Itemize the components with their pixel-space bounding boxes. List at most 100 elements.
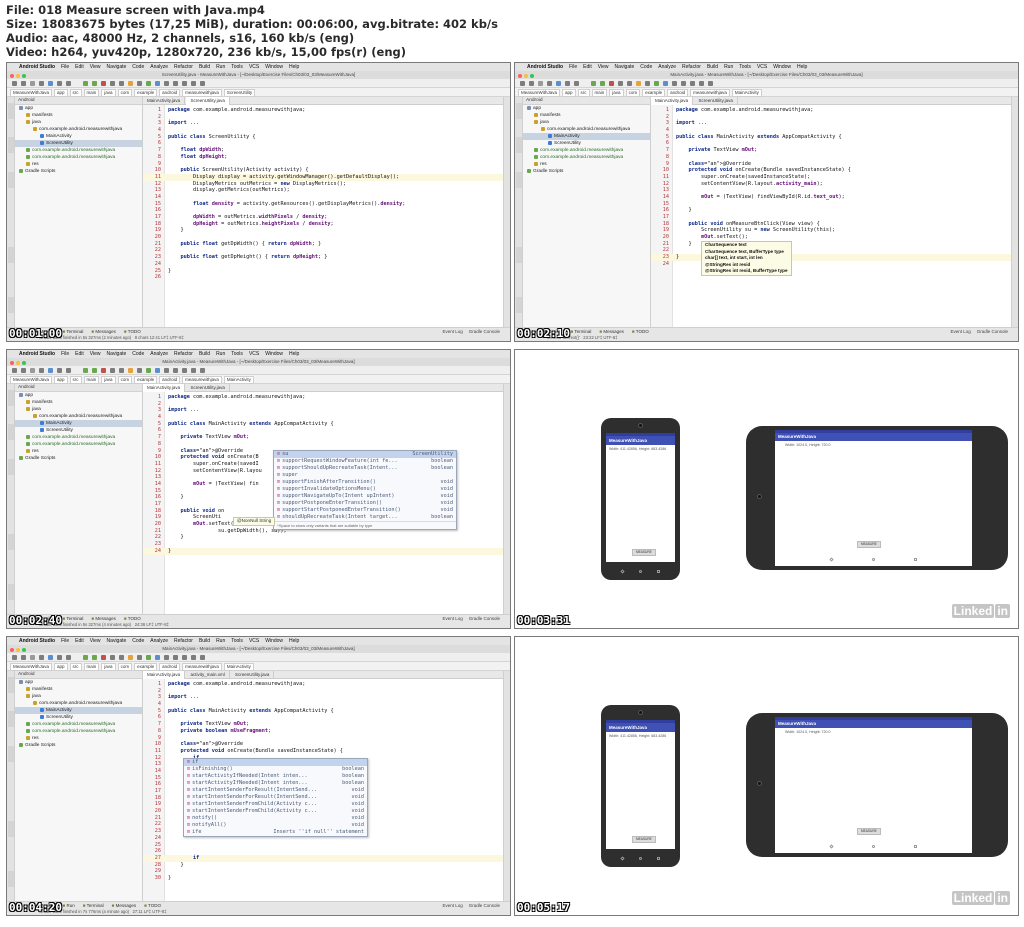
tree-item[interactable]: ScreenUtility bbox=[15, 714, 142, 721]
breadcrumb-item[interactable]: app bbox=[54, 89, 68, 97]
menu-item-run[interactable]: Run bbox=[216, 638, 225, 644]
completion-item[interactable]: m supportInvalidateOptionsMenu() void bbox=[274, 486, 456, 493]
toolbar-icon[interactable] bbox=[146, 655, 151, 660]
toolbar-icon[interactable] bbox=[591, 81, 596, 86]
toolbar-icon[interactable] bbox=[191, 368, 196, 373]
breadcrumb-item[interactable]: example bbox=[134, 376, 158, 384]
toolbar-icon[interactable] bbox=[30, 655, 35, 660]
project-view-selector[interactable]: Android bbox=[15, 671, 142, 679]
tree-item[interactable]: manifests bbox=[523, 112, 650, 119]
menu-item-window[interactable]: Window bbox=[265, 351, 283, 357]
tool-window-button[interactable]: Run bbox=[63, 903, 75, 908]
tab-screen-utility[interactable]: ScreenUtility.java bbox=[186, 384, 230, 392]
tree-item[interactable]: ScreenUtility bbox=[15, 427, 142, 434]
toolbar-icon[interactable] bbox=[538, 81, 543, 86]
toolbar-icon[interactable] bbox=[173, 81, 178, 86]
breadcrumb-item[interactable]: src bbox=[69, 89, 82, 97]
tree-item[interactable]: res bbox=[15, 735, 142, 742]
tab-screen-utility[interactable]: ScreenUtility.java bbox=[231, 671, 275, 679]
tree-item[interactable]: com.example.android.measurewithjava bbox=[15, 728, 142, 735]
tab-main-activity[interactable]: MainActivity.java bbox=[143, 97, 186, 105]
menu-item-help[interactable]: Help bbox=[289, 64, 299, 70]
menu-item-run[interactable]: Run bbox=[724, 64, 733, 70]
toolbar-icon[interactable] bbox=[200, 655, 205, 660]
toolbar-icon[interactable] bbox=[21, 81, 26, 86]
completion-item[interactable]: m notifyAll() void bbox=[184, 822, 367, 829]
tree-item[interactable]: com.example.android.measurewithjava bbox=[15, 126, 142, 133]
toolbar-icon[interactable] bbox=[699, 81, 704, 86]
toolbar-icon[interactable] bbox=[663, 81, 668, 86]
menu-item-help[interactable]: Help bbox=[289, 351, 299, 357]
menu-item-file[interactable]: File bbox=[569, 64, 577, 70]
toolbar-icon[interactable] bbox=[182, 81, 187, 86]
tree-item[interactable]: MainActivity bbox=[15, 707, 142, 714]
menu-item-analyze[interactable]: Analyze bbox=[150, 638, 168, 644]
menu-item-window[interactable]: Window bbox=[265, 64, 283, 70]
toolbar-icon[interactable] bbox=[12, 655, 17, 660]
toolbar-icon[interactable] bbox=[155, 368, 160, 373]
tree-item[interactable]: com.example.android.measurewithjava bbox=[15, 721, 142, 728]
menu-item-analyze[interactable]: Analyze bbox=[658, 64, 676, 70]
menu-item-navigate[interactable]: Navigate bbox=[615, 64, 635, 70]
toolbar-icon[interactable] bbox=[520, 81, 525, 86]
tree-item[interactable]: com.example.android.measurewithjava bbox=[523, 154, 650, 161]
toolbar-icon[interactable] bbox=[191, 81, 196, 86]
toolbar-icon[interactable] bbox=[119, 368, 124, 373]
toolbar-icon[interactable] bbox=[92, 655, 97, 660]
measure-button[interactable]: MEASURE bbox=[632, 549, 656, 556]
breadcrumb-item[interactable]: java bbox=[101, 89, 116, 97]
tree-item[interactable]: com.example.android.measurewithjava bbox=[523, 147, 650, 154]
menu-item-build[interactable]: Build bbox=[199, 638, 210, 644]
toolbar-icon[interactable] bbox=[83, 368, 88, 373]
menu-item-refactor[interactable]: Refactor bbox=[174, 351, 193, 357]
toolbar-icon[interactable] bbox=[137, 655, 142, 660]
menu-item-code[interactable]: Code bbox=[640, 64, 652, 70]
measure-button[interactable]: MEASURE bbox=[857, 541, 881, 548]
tree-item[interactable]: MainActivity bbox=[15, 133, 142, 140]
menu-item-edit[interactable]: Edit bbox=[583, 64, 592, 70]
completion-item[interactable]: m ife Inserts ''if null'' statement bbox=[184, 829, 367, 836]
menu-item-refactor[interactable]: Refactor bbox=[682, 64, 701, 70]
toolbar-icon[interactable] bbox=[66, 81, 71, 86]
tree-item[interactable]: com.example.android.measurewithjava bbox=[15, 700, 142, 707]
breadcrumb-item[interactable]: MeasureWithJava bbox=[10, 89, 53, 97]
breadcrumb-item[interactable]: android bbox=[667, 89, 689, 97]
toolbar-icon[interactable] bbox=[110, 81, 115, 86]
menu-item-tools[interactable]: Tools bbox=[739, 64, 751, 70]
toolbar-icon[interactable] bbox=[21, 368, 26, 373]
toolbar-icon[interactable] bbox=[146, 368, 151, 373]
breadcrumb-item[interactable]: example bbox=[642, 89, 666, 97]
toolbar-icon[interactable] bbox=[547, 81, 552, 86]
completion-item[interactable]: m shouldUpRecreateTask(Intent target... bo… bbox=[274, 514, 456, 521]
menu-item-tools[interactable]: Tools bbox=[231, 638, 243, 644]
toolbar-icon[interactable] bbox=[627, 81, 632, 86]
menu-item-refactor[interactable]: Refactor bbox=[174, 638, 193, 644]
toolbar-icon[interactable] bbox=[66, 368, 71, 373]
toolbar-icon[interactable] bbox=[83, 655, 88, 660]
toolbar-icon[interactable] bbox=[128, 655, 133, 660]
breadcrumb-item[interactable]: android bbox=[159, 89, 181, 97]
toolbar-icon[interactable] bbox=[137, 368, 142, 373]
menu-item-code[interactable]: Code bbox=[132, 638, 144, 644]
breadcrumb-item[interactable]: measurewithjava bbox=[182, 663, 222, 671]
tree-item[interactable]: app bbox=[523, 105, 650, 112]
tool-window-button[interactable]: Messages bbox=[112, 903, 136, 908]
toolbar-icon[interactable] bbox=[57, 81, 62, 86]
completion-item[interactable]: m supportPostponeEnterTransition() void bbox=[274, 500, 456, 507]
toolbar-icon[interactable] bbox=[92, 368, 97, 373]
toolbar-icon[interactable] bbox=[39, 81, 44, 86]
menu-item-view[interactable]: View bbox=[598, 64, 609, 70]
breadcrumb-item[interactable]: example bbox=[134, 89, 158, 97]
toolbar-icon[interactable] bbox=[556, 81, 561, 86]
menu-item-view[interactable]: View bbox=[90, 638, 101, 644]
toolbar-icon[interactable] bbox=[200, 368, 205, 373]
tool-window-button[interactable]: TODO bbox=[144, 903, 161, 908]
menu-item-vcs[interactable]: VCS bbox=[249, 638, 259, 644]
toolbar-icon[interactable] bbox=[66, 655, 71, 660]
tree-item[interactable]: Gradle Scripts bbox=[523, 168, 650, 175]
toolbar-icon[interactable] bbox=[30, 81, 35, 86]
menu-item-file[interactable]: File bbox=[61, 638, 69, 644]
menu-item-tools[interactable]: Tools bbox=[231, 64, 243, 70]
tree-item[interactable]: Gradle Scripts bbox=[15, 742, 142, 749]
menu-item-run[interactable]: Run bbox=[216, 351, 225, 357]
